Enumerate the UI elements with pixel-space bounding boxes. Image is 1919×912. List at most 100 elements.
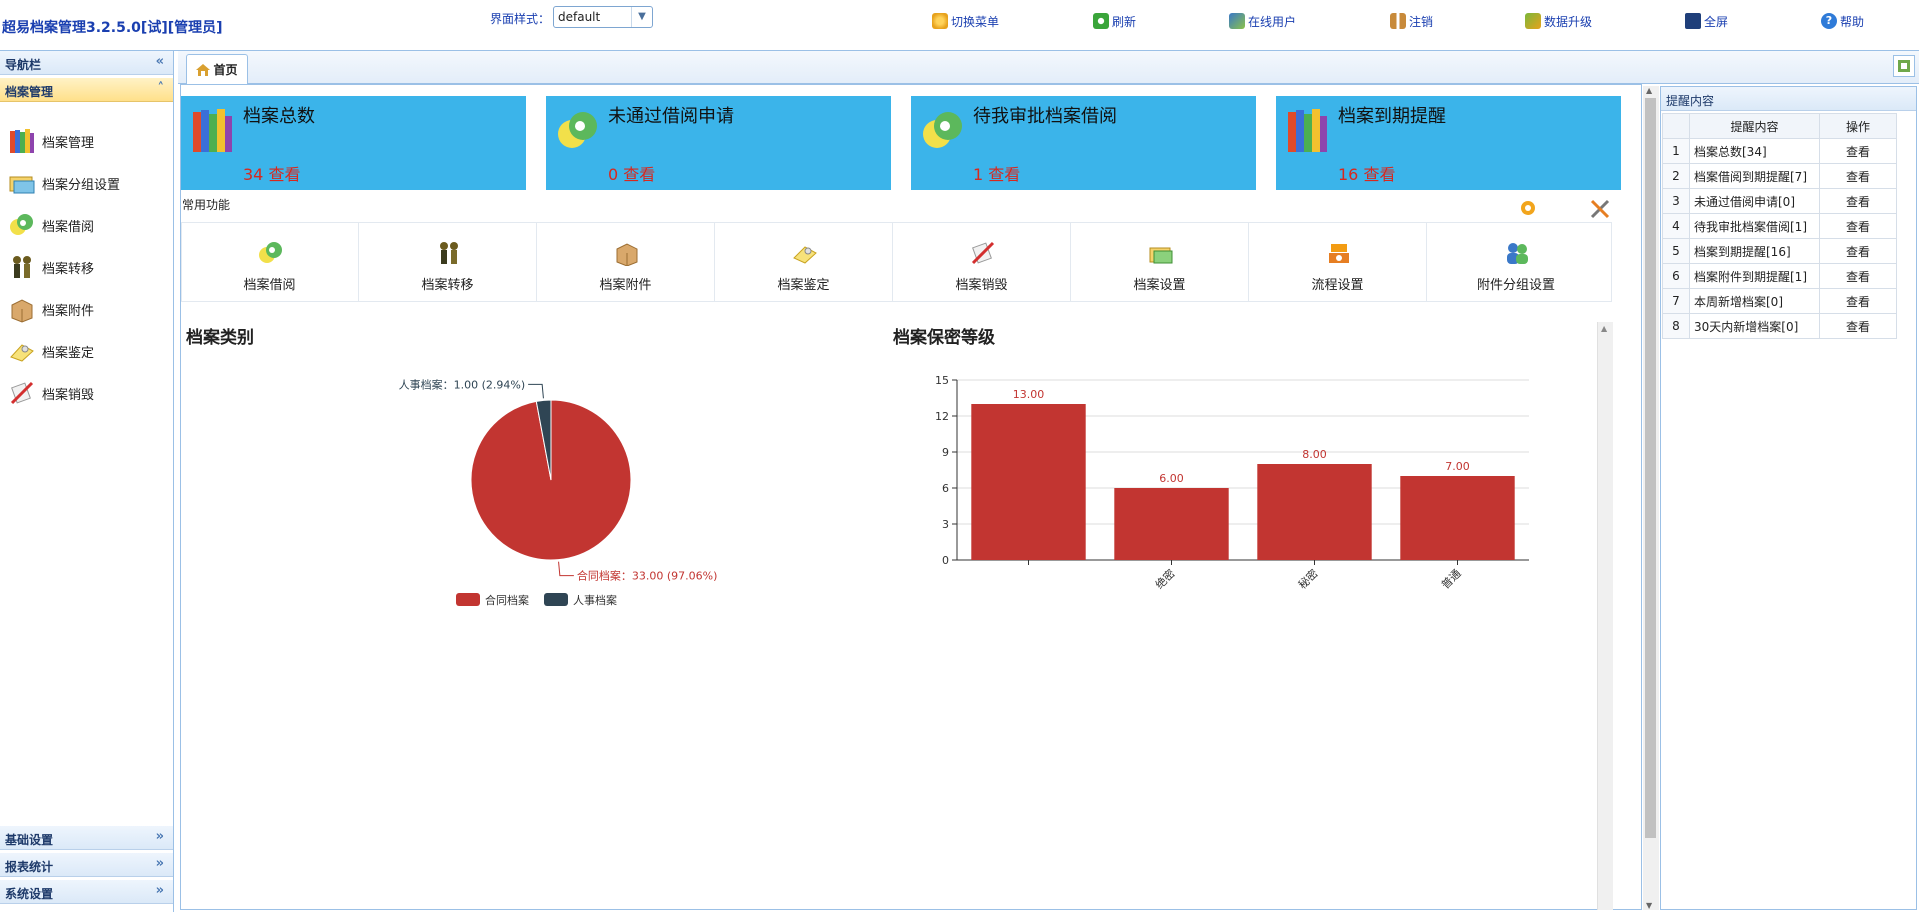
- users-group-icon: [1504, 240, 1530, 266]
- quick-label: 附件分组设置: [1476, 278, 1555, 293]
- card-count-link[interactable]: 0 查看: [608, 161, 655, 185]
- card-expiry-reminder[interactable]: 档案到期提醒 16 查看: [1276, 96, 1621, 190]
- data-upgrade-button[interactable]: 数据升级: [1525, 12, 1592, 30]
- bar[interactable]: [1114, 488, 1229, 560]
- table-row: 1 档案总数[34] 查看: [1662, 138, 1897, 164]
- sidebar-group-basic-settings[interactable]: 基础设置 »: [0, 826, 173, 850]
- bar[interactable]: [1257, 464, 1372, 560]
- card-archive-total[interactable]: 档案总数 34 查看: [181, 96, 526, 190]
- sidebar-group-archive[interactable]: 档案管理 ˄: [0, 78, 173, 102]
- sidebar-item-attachment[interactable]: 档案附件: [8, 293, 94, 325]
- help-button[interactable]: ? 帮助: [1821, 12, 1864, 30]
- view-link[interactable]: 查看: [1819, 163, 1897, 189]
- bar-chart: 0 3 6 9 12 15 13.00 6.00 绝密 8.00 秘密 7.00 普通: [935, 374, 1529, 592]
- quick-transfer[interactable]: 档案转移: [359, 222, 537, 302]
- fullscreen-icon: [1685, 13, 1701, 29]
- refresh-label: 刷新: [1112, 14, 1137, 29]
- card-count-link[interactable]: 34 查看: [243, 161, 300, 185]
- table-row: 8 30天内新增档案[0] 查看: [1662, 313, 1897, 339]
- pie-leader-line: [528, 383, 544, 399]
- scroll-down-arrow-icon[interactable]: ▼: [1646, 901, 1652, 910]
- row-content: 本周新增档案[0]: [1689, 288, 1820, 314]
- sidebar-item-transfer[interactable]: 档案转移: [8, 251, 94, 283]
- legend-label[interactable]: 人事档案: [573, 593, 617, 607]
- tab-home[interactable]: 首页: [186, 54, 248, 84]
- collapse-left-icon[interactable]: «: [156, 54, 164, 69]
- theme-select[interactable]: default ▼: [553, 6, 653, 28]
- card-pending-approval[interactable]: 待我审批档案借阅 1 查看: [911, 96, 1256, 190]
- reminder-header-label: 提醒内容: [1666, 94, 1715, 108]
- row-content: 30天内新增档案[0]: [1689, 313, 1820, 339]
- sidebar-item-appraise[interactable]: 档案鉴定: [8, 335, 94, 367]
- expand-down-icon: »: [155, 856, 164, 871]
- scroll-up-arrow-icon[interactable]: ▲: [1646, 86, 1652, 95]
- sidebar-item-borrow[interactable]: 档案借阅: [8, 209, 94, 241]
- card-count-link[interactable]: 1 查看: [973, 161, 1020, 185]
- sidebar: 导航栏 « 档案管理 ˄ 档案管理 档案分组设置 档案借阅 档案转移 档案附件: [0, 51, 174, 912]
- legend-swatch[interactable]: [544, 593, 568, 606]
- bar-value-label: 13.00: [1013, 388, 1045, 401]
- legend-label[interactable]: 合同档案: [485, 593, 529, 607]
- sidebar-item-destroy[interactable]: 档案销毁: [8, 377, 94, 409]
- logout-button[interactable]: 注销: [1390, 12, 1433, 30]
- bar-value-label: 8.00: [1302, 448, 1327, 461]
- switch-menu-icon: [932, 13, 948, 29]
- card-rejected-borrow[interactable]: 未通过借阅申请 0 查看: [546, 96, 891, 190]
- fullscreen-button[interactable]: 全屏: [1685, 12, 1728, 30]
- sidebar-item-group-settings[interactable]: 档案分组设置: [8, 167, 120, 199]
- refresh-button[interactable]: 刷新: [1093, 12, 1136, 30]
- table-row: 7 本周新增档案[0] 查看: [1662, 288, 1897, 314]
- bar[interactable]: [971, 404, 1086, 560]
- scroll-up-arrow-icon[interactable]: ▲: [1601, 324, 1607, 333]
- quick-archive-settings[interactable]: 档案设置: [1071, 222, 1249, 302]
- sidebar-group-system-settings[interactable]: 系统设置 »: [0, 880, 173, 904]
- tools-icon[interactable]: [1589, 198, 1611, 223]
- settings-gear-icon[interactable]: [1518, 198, 1538, 221]
- quick-workflow-settings[interactable]: 流程设置: [1249, 222, 1427, 302]
- pie-chart: 合同档案：33.00 (97.06%) 人事档案：1.00 (2.94%) 合同档案…: [399, 377, 718, 607]
- view-link[interactable]: 查看: [1819, 313, 1897, 339]
- quick-attachment[interactable]: 档案附件: [537, 222, 715, 302]
- legend-swatch[interactable]: [456, 593, 480, 606]
- bar[interactable]: [1400, 476, 1515, 560]
- inner-scrollbar[interactable]: ▲: [1597, 322, 1613, 910]
- online-users-icon: [1229, 13, 1245, 29]
- quick-borrow[interactable]: 档案借阅: [181, 222, 359, 302]
- quick-attachment-group-settings[interactable]: 附件分组设置: [1427, 222, 1605, 302]
- pie-legend: 合同档案 人事档案: [456, 593, 617, 607]
- quick-label: 档案附件: [599, 278, 652, 293]
- sidebar-group-reports[interactable]: 报表统计 »: [0, 853, 173, 877]
- row-index: 7: [1662, 288, 1690, 314]
- online-users-button[interactable]: 在线用户: [1229, 12, 1296, 30]
- destroy-icon: [970, 240, 996, 266]
- quick-label: 档案转移: [421, 278, 474, 293]
- switch-menu-button[interactable]: 切换菜单: [932, 12, 999, 30]
- outer-scrollbar[interactable]: ▲ ▼: [1643, 86, 1659, 910]
- sidebar-item-archive-manage[interactable]: 档案管理: [8, 125, 94, 157]
- transfer-icon: [436, 240, 462, 266]
- card-count-link[interactable]: 16 查看: [1338, 161, 1395, 185]
- col-op: 操作: [1819, 113, 1897, 139]
- scrollbar-thumb[interactable]: [1645, 98, 1656, 838]
- borrow-icon: [921, 106, 965, 156]
- view-link[interactable]: 查看: [1819, 288, 1897, 314]
- row-index: 3: [1662, 188, 1690, 214]
- sidebar-item-label: 档案借阅: [42, 219, 95, 235]
- quick-destroy[interactable]: 档案销毁: [893, 222, 1071, 302]
- view-link[interactable]: 查看: [1819, 263, 1897, 289]
- sidebar-group-label: 报表统计: [5, 860, 54, 874]
- sidebar-item-label: 档案鉴定: [42, 345, 95, 361]
- view-link[interactable]: 查看: [1819, 188, 1897, 214]
- sidebar-header[interactable]: 导航栏 «: [0, 51, 173, 75]
- view-link[interactable]: 查看: [1819, 213, 1897, 239]
- quick-appraise[interactable]: 档案鉴定: [715, 222, 893, 302]
- tab-tools-icon[interactable]: [1893, 55, 1915, 77]
- online-users-label: 在线用户: [1248, 14, 1297, 29]
- view-link[interactable]: 查看: [1819, 138, 1897, 164]
- logout-icon: [1390, 13, 1406, 29]
- quick-label: 档案设置: [1133, 278, 1186, 293]
- view-link[interactable]: 查看: [1819, 238, 1897, 264]
- quick-label: 档案鉴定: [777, 278, 830, 293]
- reminder-header: 提醒内容: [1661, 87, 1916, 111]
- borrow-icon: [8, 211, 36, 239]
